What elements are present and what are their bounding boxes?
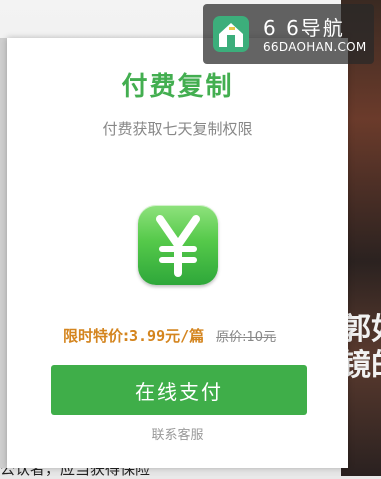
modal-subtitle: 付费获取七天复制权限 [102,120,253,138]
pay-online-button[interactable]: 在线支付 [51,365,307,415]
original-price: 原价:10元 [216,330,277,345]
house-logo-icon [213,16,249,52]
watermark-title: 6 6导航 [263,16,345,40]
yen-icon [138,205,218,285]
modal-left-edge [0,38,7,468]
price-value: 3.99元/篇 [129,327,205,345]
contact-support-link[interactable]: 联系客服 [7,424,348,443]
price-row: 限时特价:3.99元/篇 原价:10元 [63,325,276,346]
price-label: 限时特价: [63,327,129,345]
watermark-badge: 6 6导航 66DAOHAN.COM [203,4,374,64]
payment-modal: 付费复制 付费获取七天复制权限 限时特价:3.99元/篇 原价:10元 在线支付 … [7,38,348,468]
watermark-url: 66DAOHAN.COM [263,40,367,54]
modal-title: 付费复制 [121,72,234,102]
